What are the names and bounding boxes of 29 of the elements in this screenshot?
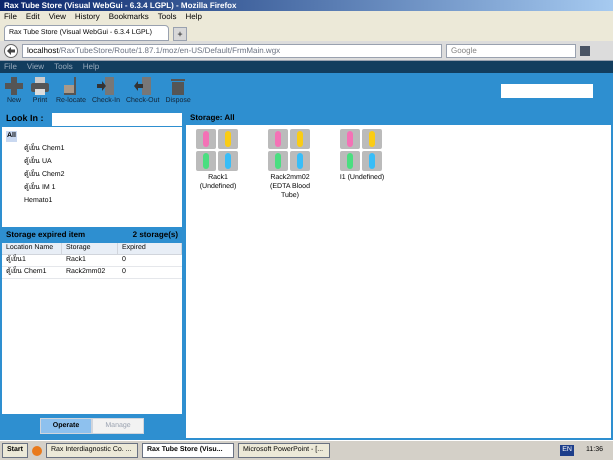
door-arrow-icon bbox=[96, 76, 116, 96]
menu-item[interactable]: View bbox=[26, 61, 44, 73]
menu-item[interactable]: View bbox=[48, 11, 66, 23]
search-field[interactable] bbox=[501, 84, 593, 98]
back-arrow-icon[interactable] bbox=[4, 44, 18, 58]
menu-item[interactable]: File bbox=[4, 61, 17, 73]
tube-rack-icon bbox=[196, 129, 240, 173]
menu-item[interactable]: Tools bbox=[54, 61, 73, 73]
menu-item[interactable]: Tools bbox=[158, 11, 176, 23]
menu-item[interactable]: Edit bbox=[26, 11, 40, 23]
printer-icon bbox=[30, 76, 50, 96]
search-field[interactable]: Google bbox=[446, 44, 576, 58]
storage-count: 2 storage(s) bbox=[132, 229, 178, 241]
plus-icon bbox=[4, 76, 24, 96]
menu-item[interactable]: Help bbox=[185, 11, 202, 23]
tube-rack-icon bbox=[340, 129, 384, 173]
door-arrow-icon bbox=[132, 76, 153, 96]
panel-title: Storage: All bbox=[190, 112, 235, 124]
menu-item[interactable]: Help bbox=[82, 61, 100, 73]
address-field[interactable]: localhost/RaxTubeStore/Route/1.87.1/moz/en-US/Default/FrmMain.wgx bbox=[22, 44, 442, 58]
menu-item[interactable]: Bookmarks bbox=[108, 11, 149, 23]
look-in-dropdown[interactable] bbox=[52, 112, 182, 126]
menu-item[interactable]: History bbox=[74, 11, 100, 23]
menu-item[interactable]: File bbox=[4, 11, 17, 23]
look-in-label: Look In : bbox=[5, 112, 44, 126]
window-title: Rax Tube Store (Visual WebGui - 6.3.4 LGPL) - Mozilla Firefox bbox=[4, 0, 236, 12]
tube-rack-icon bbox=[268, 129, 312, 173]
new-tab-button[interactable]: + bbox=[173, 27, 187, 41]
panel-title: Storage expired item bbox=[6, 229, 86, 241]
